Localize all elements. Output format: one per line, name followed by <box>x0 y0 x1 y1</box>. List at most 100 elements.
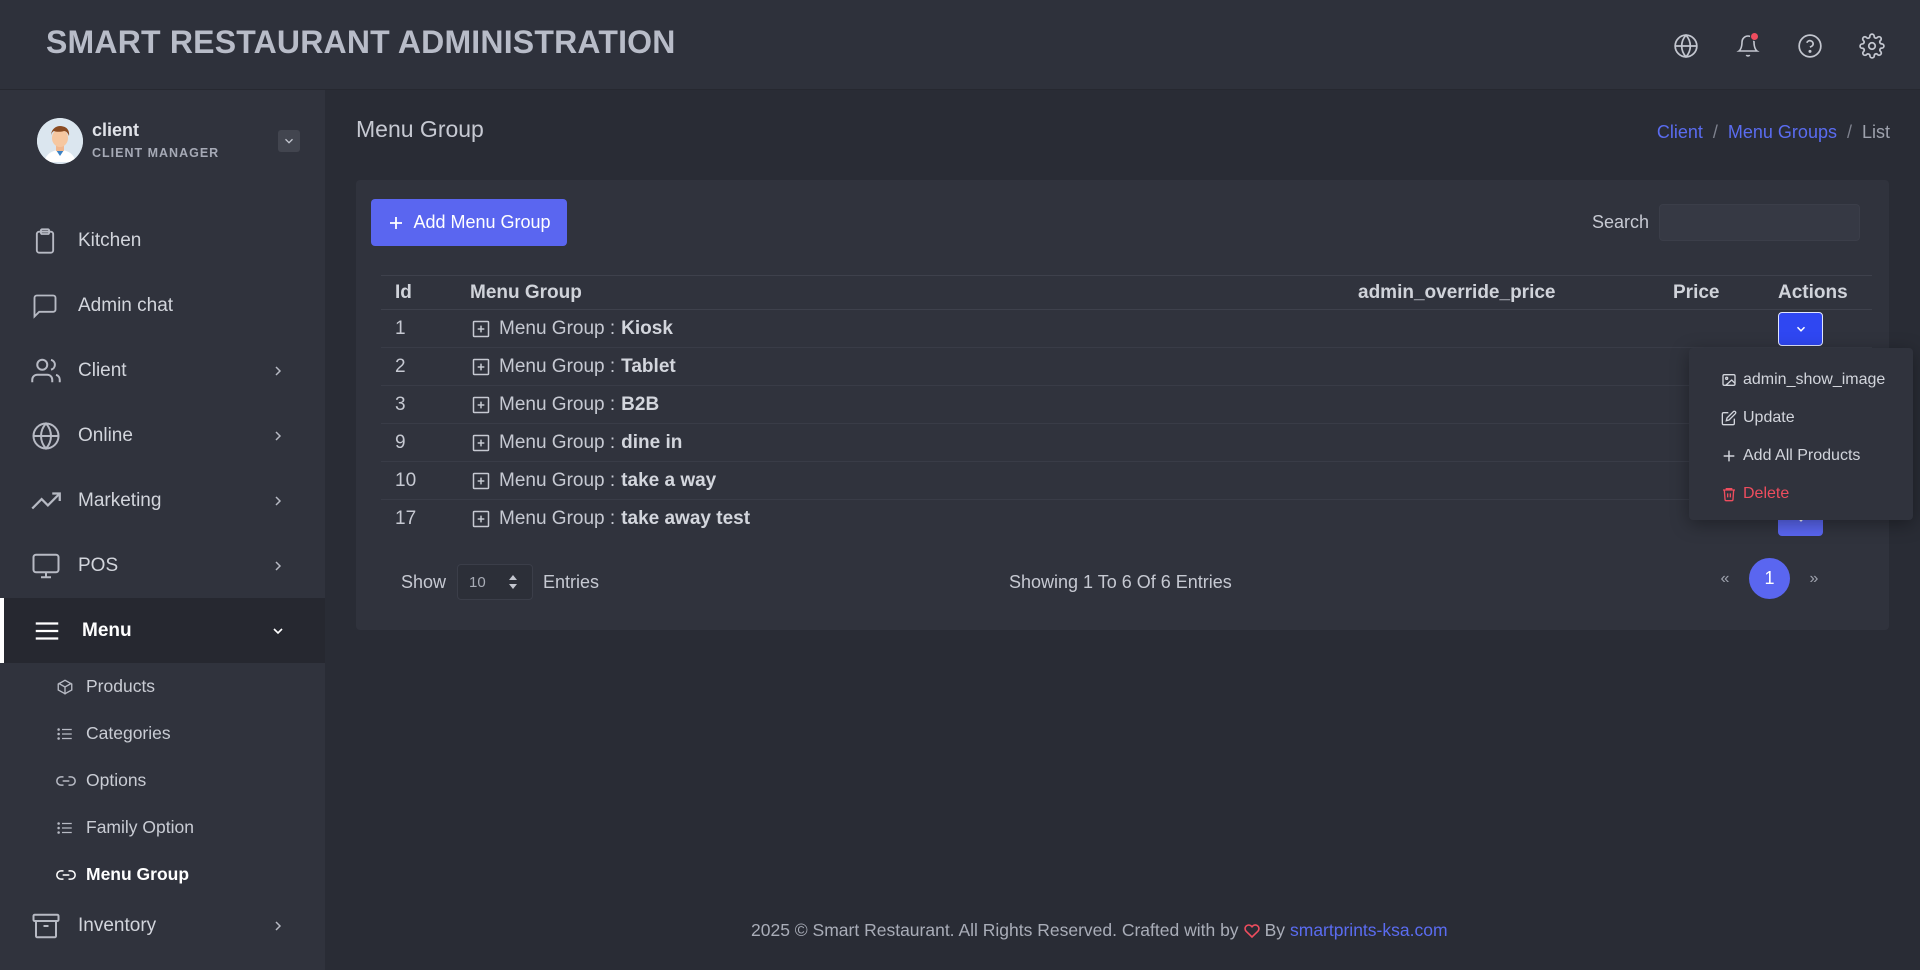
sidebar-subitem-label: Options <box>86 770 147 790</box>
sidebar-item-client[interactable]: Client <box>0 338 325 403</box>
expand-icon[interactable] <box>471 357 491 377</box>
table-row: 3 Menu Group : B2B <box>381 386 1872 424</box>
breadcrumb-list: List <box>1861 122 1890 142</box>
user-name: client <box>92 120 140 140</box>
help-circle-icon[interactable] <box>1792 28 1828 64</box>
sidebar-item-label: POS <box>78 554 119 576</box>
row-id: 9 <box>395 432 406 453</box>
menu-group-card: Add Menu Group Search Id Menu Group admi… <box>356 180 1889 630</box>
bell-icon[interactable] <box>1730 28 1766 64</box>
expand-icon[interactable] <box>471 319 491 339</box>
column-header-price[interactable]: Price <box>1673 282 1719 304</box>
pagination-prev[interactable]: « <box>1717 570 1733 588</box>
action-add-all-products[interactable]: Add All Products <box>1689 437 1913 475</box>
sort-carets-icon <box>508 574 518 590</box>
sidebar-item-marketing[interactable]: Marketing <box>0 468 325 533</box>
pagination-next[interactable]: » <box>1806 570 1822 588</box>
row-menu-group: Menu Group : take a way <box>471 470 716 492</box>
row-name: dine in <box>621 432 683 453</box>
action-label: Delete <box>1743 485 1790 502</box>
column-header-menu-group[interactable]: Menu Group <box>470 282 582 304</box>
users-icon <box>31 356 61 386</box>
menu-icon <box>32 616 62 646</box>
row-name: B2B <box>621 394 660 415</box>
table-row: 17 Menu Group : take away test <box>381 500 1872 538</box>
sidebar-item-menu-group[interactable]: Menu Group <box>0 851 325 898</box>
action-delete[interactable]: Delete <box>1689 475 1913 513</box>
heart-icon <box>1243 923 1260 939</box>
column-header-id[interactable]: Id <box>395 282 412 304</box>
action-label: admin_show_image <box>1743 371 1886 388</box>
sidebar-item-online[interactable]: Online <box>0 403 325 468</box>
chevron-right-icon <box>270 428 286 444</box>
action-show-image[interactable]: admin_show_image <box>1689 361 1913 399</box>
clipboard-icon <box>31 227 59 255</box>
pagination-summary: Showing 1 To 6 Of 6 Entries <box>1009 572 1232 592</box>
sidebar-item-label: Client <box>78 359 127 381</box>
sidebar-item-family-option[interactable]: Family Option <box>0 804 325 851</box>
sidebar-subitem-label: Menu Group <box>86 864 190 884</box>
expand-icon[interactable] <box>471 509 491 529</box>
column-header-admin-override-price[interactable]: admin_override_price <box>1358 282 1555 304</box>
header-actions <box>1668 28 1890 64</box>
sidebar-item-label: Marketing <box>78 489 162 511</box>
add-menu-group-button[interactable]: Add Menu Group <box>371 199 567 246</box>
footer-link[interactable]: smartprints-ksa.com <box>1290 920 1448 941</box>
trash-icon <box>1723 488 1735 502</box>
search-input[interactable] <box>1659 204 1860 241</box>
entries-per-page-select[interactable]: 10 <box>457 564 533 600</box>
breadcrumb-separator: / <box>1846 122 1852 142</box>
sidebar-item-label: Online <box>78 424 133 446</box>
sidebar-subitem-label: Categories <box>86 723 171 743</box>
expand-icon[interactable] <box>471 395 491 415</box>
sidebar: client CLIENT MANAGER Kitchen Admin chat… <box>0 90 325 970</box>
table-row: 10 Menu Group : take a way <box>381 462 1872 500</box>
row-menu-group: Menu Group : take away test <box>471 508 750 530</box>
pagination-page[interactable]: 1 <box>1749 558 1790 599</box>
sidebar-item-kitchen[interactable]: Kitchen <box>0 208 325 273</box>
breadcrumb-separator: / <box>1712 122 1718 142</box>
pagination: « 1 » <box>1717 558 1822 599</box>
sidebar-item-label: Inventory <box>78 914 157 936</box>
menu-submenu: Products Categories Options Family Optio… <box>0 663 325 898</box>
image-icon <box>1722 374 1736 386</box>
row-menu-group: Menu Group : Kiosk <box>471 318 673 340</box>
list-icon <box>56 819 74 837</box>
row-menu-group: Menu Group : dine in <box>471 432 682 454</box>
sidebar-item-products[interactable]: Products <box>0 663 325 710</box>
avatar <box>37 118 83 164</box>
sidebar-item-label: Admin chat <box>78 294 174 316</box>
expand-icon[interactable] <box>471 433 491 453</box>
chevron-right-icon <box>270 918 286 934</box>
breadcrumb-menu-groups[interactable]: Menu Groups <box>1728 122 1837 143</box>
breadcrumb: Client / Menu Groups / List <box>1657 122 1890 143</box>
sidebar-item-label: Kitchen <box>78 229 142 251</box>
row-actions-button[interactable] <box>1778 312 1823 346</box>
footer-by: By <box>1264 920 1285 940</box>
sidebar-item-pos[interactable]: POS <box>0 533 325 598</box>
breadcrumb-client[interactable]: Client <box>1657 122 1703 143</box>
expand-icon[interactable] <box>471 471 491 491</box>
sidebar-item-admin-chat[interactable]: Admin chat <box>0 273 325 338</box>
row-name: Kiosk <box>621 318 673 339</box>
sidebar-item-menu[interactable]: Menu <box>0 598 325 663</box>
sidebar-item-inventory[interactable]: Inventory <box>0 898 325 953</box>
notification-badge <box>1750 32 1759 41</box>
row-id: 17 <box>395 508 417 529</box>
plus-icon <box>390 216 403 229</box>
row-id: 2 <box>395 356 406 377</box>
footer-text: 2025 © Smart Restaurant. All Rights Rese… <box>751 920 1239 940</box>
column-header-actions: Actions <box>1778 282 1848 303</box>
entries-select-value: 10 <box>469 573 486 591</box>
row-id: 1 <box>395 318 406 339</box>
row-prefix: Menu Group : <box>499 508 616 529</box>
entries-label: Entries <box>543 572 600 592</box>
action-update[interactable]: Update <box>1689 399 1913 437</box>
plus-icon <box>1723 450 1735 462</box>
user-menu-toggle[interactable] <box>278 130 300 152</box>
globe-icon[interactable] <box>1668 28 1704 64</box>
sidebar-item-options[interactable]: Options <box>0 757 325 804</box>
gear-icon[interactable] <box>1854 28 1890 64</box>
sidebar-subitem-label: Family Option <box>86 817 194 837</box>
sidebar-item-categories[interactable]: Categories <box>0 710 325 757</box>
